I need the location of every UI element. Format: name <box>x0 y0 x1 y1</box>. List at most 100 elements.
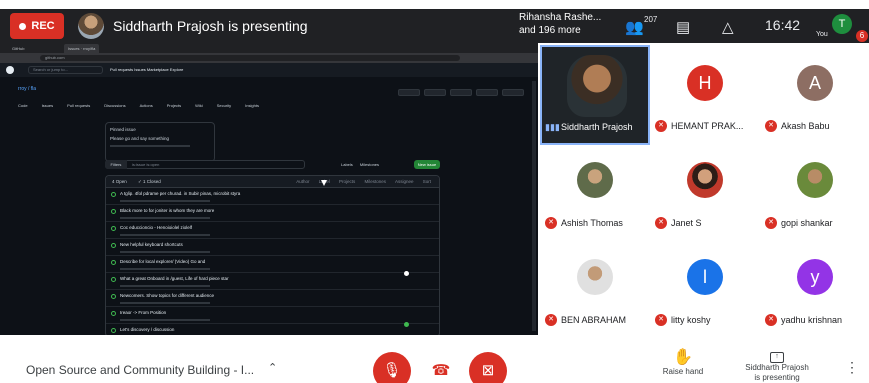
repo-tab: Insights <box>245 103 259 108</box>
viewers-line-2: and 196 more <box>519 25 581 36</box>
raise-hand-label: Raise hand <box>662 367 704 376</box>
mic-off-icon: ✕ <box>765 120 777 132</box>
self-avatar[interactable]: T <box>832 14 852 34</box>
open-issue-icon <box>111 277 116 282</box>
participant-name: Akash Babu <box>781 121 830 131</box>
issue-row: Let's discovery / discussion <box>106 324 439 335</box>
issue-title: New helpful keyboard shortcuts <box>120 242 183 247</box>
record-dot-icon <box>19 22 27 30</box>
participant-avatar: A <box>797 65 833 101</box>
participant-tile[interactable]: ✕ Ashish Thomas <box>540 142 650 239</box>
participant-tile[interactable]: ✕ Janet S <box>650 142 760 239</box>
participant-name-row: ✕ Ashish Thomas <box>545 216 623 230</box>
issue-title: Newcomers. Show topics for different aud… <box>120 293 214 298</box>
open-issue-icon <box>111 311 116 316</box>
github-logo-icon <box>6 66 14 74</box>
issue-row: Newcomers. Show topics for different aud… <box>106 290 439 307</box>
browser-tab-strip: GitHub Issues · rroy/fla <box>0 43 538 53</box>
pinned-meta <box>110 145 190 147</box>
present-line-2: is presenting <box>754 373 800 382</box>
mic-off-icon: ✕ <box>765 217 777 229</box>
meeting-title[interactable]: Open Source and Community Building - I..… <box>26 363 254 377</box>
pinned-issue-card: Pinned issue Please go and say something <box>105 122 215 162</box>
repo-tab: Wiki <box>195 103 203 108</box>
participant-photo <box>797 162 833 198</box>
issue-row: Describe for local explorer/ (Video) Go … <box>106 256 439 273</box>
hand-icon: ✋ <box>673 349 693 366</box>
github-nav: Pull requests Issues Marketplace Explore <box>110 67 184 72</box>
issues-list: 4 Open ✓ 1 Closed Author Label Projects … <box>105 175 440 335</box>
issue-meta <box>120 251 210 253</box>
presenting-text: Siddharth Prajosh is presenting <box>113 18 308 34</box>
participant-photo <box>577 259 613 295</box>
present-to-all-icon: ↑ <box>770 352 784 363</box>
issue-title: Coc educcioncio - Henoioiolel ziolelf <box>120 225 193 230</box>
presenting-button[interactable]: ↑ Siddharth Prajosh is presenting <box>737 345 817 383</box>
pinned-label: Pinned issue <box>110 127 136 132</box>
open-issue-icon <box>111 294 116 299</box>
issue-title: Let's discovery / discussion <box>120 327 175 332</box>
chevron-up-icon[interactable]: ⌃ <box>268 361 277 374</box>
leave-call-button[interactable]: ☎ <box>422 352 460 383</box>
issue-meta <box>120 200 210 202</box>
github-header: Search or jump to... Pull requests Issue… <box>0 63 538 77</box>
participant-tile[interactable]: ✕ BEN ABRAHAM <box>540 239 650 336</box>
participant-name-row: ✕ Akash Babu <box>765 119 830 133</box>
participant-tile[interactable]: H ✕ HEMANT PRAK... <box>650 45 760 142</box>
participant-name-row: ✕ HEMANT PRAK... <box>655 119 743 133</box>
participant-tile[interactable]: ✕ gopi shankar <box>760 142 869 239</box>
more-vert-icon[interactable]: ⋮ <box>845 359 859 376</box>
issue-row: What a great Onboard in /guest, Life of … <box>106 273 439 290</box>
activities-icon[interactable]: △ <box>722 18 734 36</box>
mic-off-icon: ✕ <box>655 314 667 326</box>
participant-photo <box>577 162 613 198</box>
filter-dropdown: Filters <box>105 160 127 169</box>
pinned-title: Please go and say something <box>110 136 170 141</box>
repo-tabs: Code Issues Pull requests Discussions Ac… <box>18 103 259 108</box>
recording-badge: REC <box>10 13 64 39</box>
participant-tile[interactable]: l ✕ litty koshy <box>650 239 760 336</box>
repo-actions <box>398 89 524 96</box>
participant-name: Siddharth Prajosh <box>561 122 633 132</box>
new-issue-button: New issue <box>414 160 440 169</box>
repo-action-button <box>502 89 524 96</box>
raise-hand-button[interactable]: ✋ Raise hand <box>658 347 708 376</box>
mic-off-icon: ✕ <box>655 120 667 132</box>
chat-icon[interactable]: ▤ <box>676 18 690 36</box>
participant-tile-speaker[interactable]: ▮▮▮ Siddharth Prajosh <box>540 45 650 145</box>
people-icon[interactable]: 👥 <box>625 18 644 36</box>
repo-action-button <box>398 89 420 96</box>
camera-toggle-button[interactable]: ⊠ <box>469 352 507 383</box>
issue-meta <box>120 268 210 270</box>
participant-name-row: ✕ litty koshy <box>655 313 711 327</box>
issue-title: Ireaor -> From Position <box>120 310 167 315</box>
closed-count: ✓ 1 Closed <box>138 179 161 184</box>
call-end-icon: ☎ <box>431 362 451 379</box>
participant-name: gopi shankar <box>781 218 833 228</box>
participants-grid: ▮▮▮ Siddharth Prajosh H ✕ HEMANT PRAK...… <box>538 43 869 335</box>
speaker-video-frame <box>567 55 627 117</box>
participant-tile[interactable]: y ✕ yadhu krishnan <box>760 239 869 336</box>
open-issue-icon <box>111 226 116 231</box>
issue-row: A tglip. 4fol pdrame per churad. in Subi… <box>106 188 439 205</box>
open-issue-icon <box>111 260 116 265</box>
bottom-control-bar: Open Source and Community Building - I..… <box>0 335 869 383</box>
participant-tile[interactable]: A ✕ Akash Babu <box>760 45 869 142</box>
open-issue-icon <box>111 328 116 333</box>
participant-avatar: H <box>687 65 723 101</box>
open-issue-icon <box>111 209 116 214</box>
open-issue-icon <box>111 192 116 197</box>
repo-action-button <box>450 89 472 96</box>
issues-list-header: 4 Open ✓ 1 Closed Author Label Projects … <box>106 176 439 188</box>
browser-address-bar: github.com <box>0 53 538 63</box>
participant-name-row: ✕ yadhu krishnan <box>765 313 842 327</box>
top-bar: REC Siddharth Prajosh is presenting Riha… <box>0 9 869 43</box>
github-search: Search or jump to... <box>28 66 103 74</box>
repo-tab: Pull requests <box>67 103 91 108</box>
url-text: github.com <box>40 55 460 61</box>
participants-count: 207 <box>644 15 658 24</box>
issues-sort-options: Author Label Projects Milestones Assigne… <box>296 179 431 184</box>
viewers-summary[interactable]: Rihansha Rashe... and 196 more <box>519 11 601 37</box>
meet-window: REC Siddharth Prajosh is presenting Riha… <box>0 0 869 383</box>
mic-toggle-button[interactable]: 🎙 <box>373 352 411 383</box>
